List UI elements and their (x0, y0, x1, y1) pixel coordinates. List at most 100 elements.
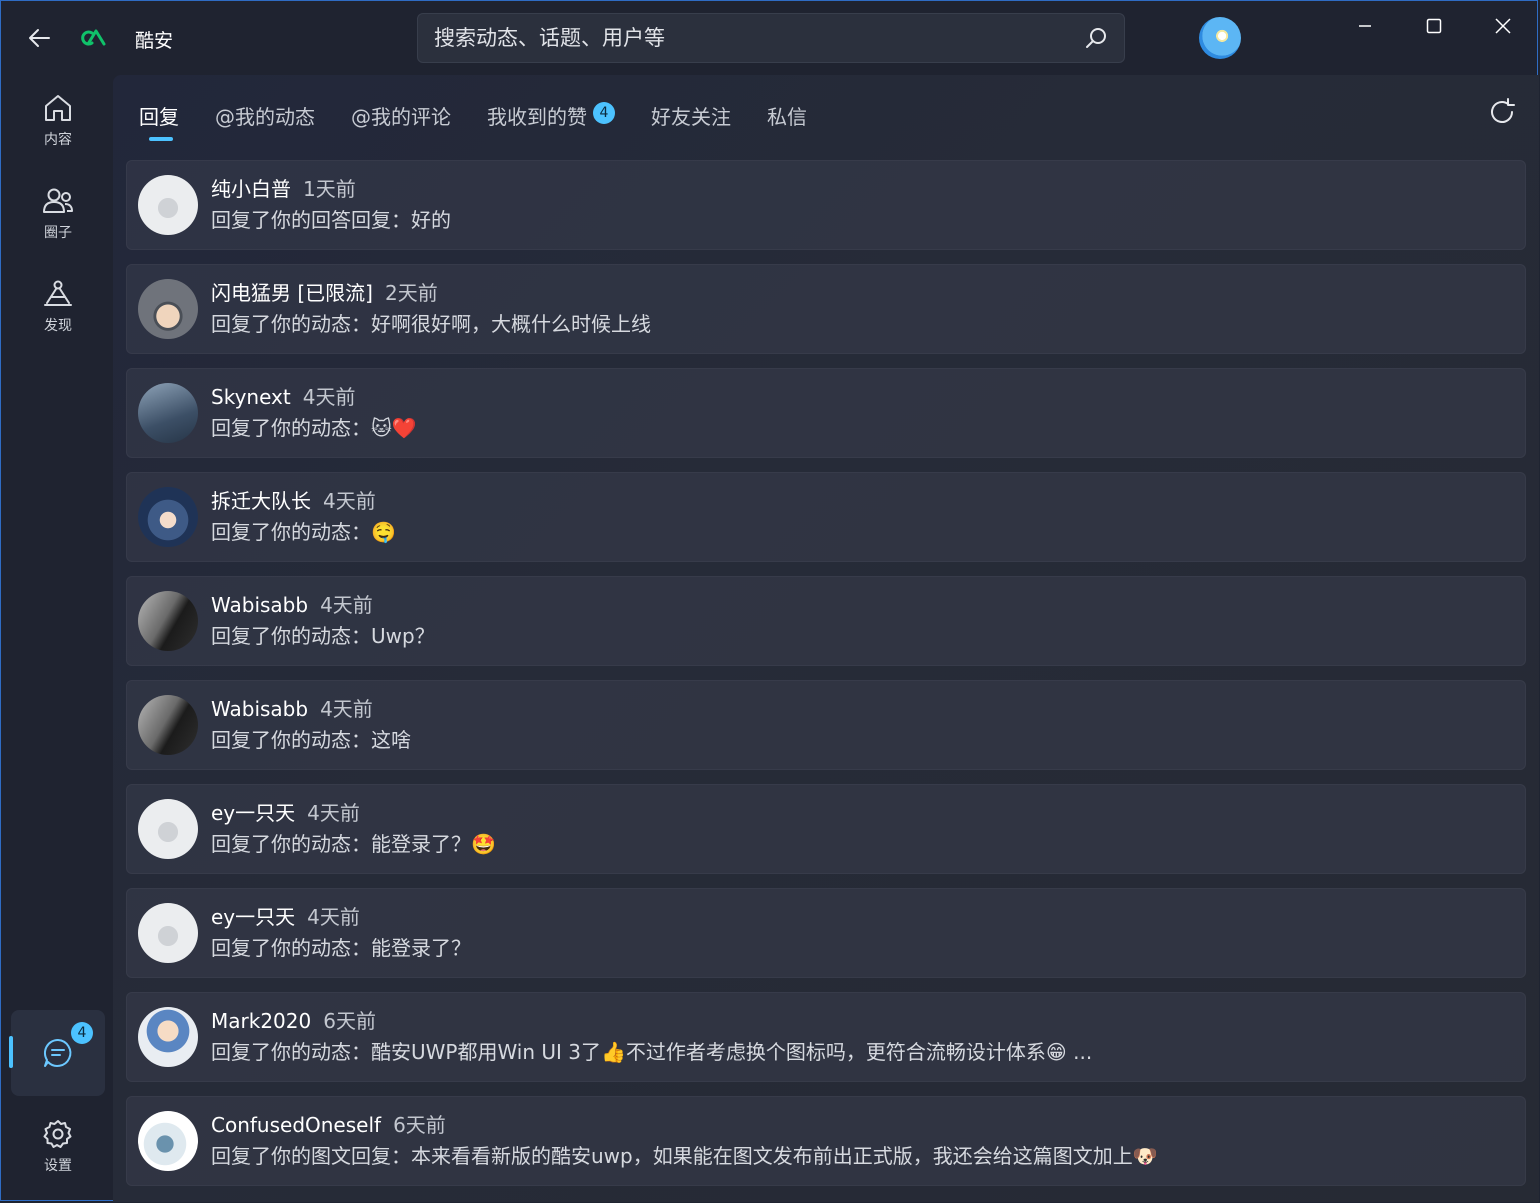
tab-label: @我的评论 (351, 105, 451, 129)
nav-label-settings: 设置 (44, 1158, 72, 1174)
notification-item[interactable]: Wabisabb 4天前 回复了你的动态：Uwp？ (126, 576, 1526, 666)
user-name[interactable]: Wabisabb (211, 593, 308, 617)
avatar[interactable] (138, 383, 198, 443)
notification-message: 回复了你的动态：Uwp？ (211, 620, 435, 649)
nav-item-discover[interactable]: 发现 (11, 265, 105, 347)
notification-item[interactable]: Wabisabb 4天前回复了你的动态：这啥 (126, 680, 1526, 770)
notification-header: 纯小白普 1天前 (211, 173, 356, 202)
back-button[interactable] (23, 23, 55, 53)
notification-message: 回复了你的动态：这啥 (211, 724, 411, 753)
tab-label: 好友关注 (651, 105, 731, 129)
user-name[interactable]: 闪电猛男 [已限流] (211, 281, 373, 305)
gear-icon (43, 1120, 72, 1148)
notification-item[interactable]: Skynext 4天前回复了你的动态：🐱❤️ (126, 368, 1526, 458)
avatar[interactable] (138, 799, 198, 859)
timestamp: 6天前 (323, 1009, 376, 1033)
timestamp: 6天前 (393, 1113, 446, 1137)
timestamp: 2天前 (384, 281, 438, 305)
notification-item[interactable]: 拆迁大队长 4天前 回复了你的动态：🤤 (126, 472, 1526, 562)
search-box (417, 13, 1125, 63)
notification-item[interactable]: ey一只天 4天前回复了你的动态：能登录了？ (126, 888, 1526, 978)
avatar[interactable] (138, 695, 198, 755)
maximize-button[interactable] (1404, 11, 1464, 41)
avatar[interactable] (138, 903, 198, 963)
nav-item-circles[interactable]: 圈子 (11, 172, 105, 254)
user-name[interactable]: 纯小白普 (211, 177, 291, 201)
user-avatar[interactable] (1199, 17, 1241, 59)
notification-header: Wabisabb 4天前 (211, 693, 373, 722)
nav-label-circles: 圈子 (44, 225, 72, 241)
notification-header: ey一只天 4天前 (211, 901, 360, 930)
minimize-button[interactable] (1335, 11, 1395, 41)
search-input[interactable] (418, 14, 1124, 62)
search-icon[interactable] (1084, 26, 1108, 50)
message-text: 回复了你的动态： (211, 416, 371, 440)
message-text: 回复了你的动态：能登录了？ (211, 832, 471, 856)
avatar[interactable] (138, 279, 198, 339)
message-text: 回复了你的图文回复：本来看看新版的酷安uwp，如果能在图文发布前出正式版，我还会… (211, 1144, 1133, 1168)
avatar[interactable] (138, 591, 198, 651)
tab-label: 我收到的赞 (487, 105, 587, 129)
timestamp: 4天前 (307, 905, 360, 929)
notification-message: 回复了你的动态：酷安UWP都用Win UI 3了👍不过作者考虑换个图标吗，更符合… (211, 1036, 1092, 1065)
tab-mention-comments[interactable]: @我的评论 (351, 97, 451, 137)
notification-message: 回复了你的动态：🤤 (211, 516, 396, 545)
message-text: 回复了你的动态：能登录了？ (211, 936, 471, 960)
tab-private-messages[interactable]: 私信 (767, 97, 807, 137)
tab-active-underline (149, 137, 173, 141)
messages-badge: 4 (71, 1022, 93, 1044)
notification-header: ConfusedOneself 6天前 (211, 1109, 446, 1138)
user-name[interactable]: 拆迁大队长 (211, 489, 311, 513)
user-name[interactable]: ey一只天 (211, 801, 295, 825)
notification-item[interactable]: 纯小白普 1天前回复了你的回答回复：好的 (126, 160, 1526, 250)
tab-follows[interactable]: 好友关注 (651, 97, 731, 137)
tab-mention-posts[interactable]: @我的动态 (215, 97, 315, 137)
user-name[interactable]: Wabisabb (211, 697, 308, 721)
notification-header: Skynext 4天前 (211, 381, 355, 410)
likes-badge: 4 (593, 102, 615, 124)
emoji: 🤩 (471, 832, 496, 856)
nav-item-messages[interactable]: 4 (9, 1010, 105, 1096)
message-text: 回复了你的动态：好啊很好啊，大概什么时候上线 (211, 312, 651, 336)
user-name[interactable]: Mark2020 (211, 1009, 311, 1033)
arrow-left-icon (29, 29, 50, 47)
side-nav: 内容 圈子 发现 4 设置 (1, 75, 113, 1202)
user-name[interactable]: ey一只天 (211, 905, 295, 929)
notification-item[interactable]: ConfusedOneself 6天前回复了你的图文回复：本来看看新版的酷安uwp… (126, 1096, 1526, 1186)
avatar[interactable] (138, 1007, 198, 1067)
emoji: 🐱❤️ (371, 416, 417, 440)
notification-message: 回复了你的动态：能登录了？ (211, 932, 471, 961)
user-name[interactable]: ConfusedOneself (211, 1113, 381, 1137)
nav-item-settings[interactable]: 设置 (11, 1105, 105, 1187)
notification-header: ey一只天 4天前 (211, 797, 360, 826)
nav-item-content[interactable]: 内容 (11, 79, 105, 161)
nav-label-discover: 发现 (44, 318, 72, 334)
message-text: 回复了你的动态：Uwp？ (211, 624, 435, 648)
minimize-icon (1359, 25, 1371, 27)
close-button[interactable] (1473, 11, 1533, 41)
avatar[interactable] (138, 487, 198, 547)
maximize-icon (1426, 18, 1442, 34)
avatar[interactable] (138, 1111, 198, 1171)
home-icon (45, 95, 71, 121)
notification-item[interactable]: 闪电猛男 [已限流] 2天前回复了你的动态：好啊很好啊，大概什么时候上线 (126, 264, 1526, 354)
tab-label: @我的动态 (215, 105, 315, 129)
notification-message: 回复了你的回答回复：好的 (211, 204, 451, 233)
app-title: 酷安 (135, 30, 174, 52)
notification-message: 回复了你的图文回复：本来看看新版的酷安uwp，如果能在图文发布前出正式版，我还会… (211, 1140, 1158, 1169)
tab-label: 回复 (139, 105, 179, 129)
notification-item[interactable]: ey一只天 4天前回复了你的动态：能登录了？🤩 (126, 784, 1526, 874)
message-text: 回复了你的动态：这啥 (211, 728, 411, 752)
emoji: 🤤 (371, 520, 396, 544)
timestamp: 1天前 (303, 177, 356, 201)
user-name[interactable]: Skynext (211, 385, 291, 409)
tab-likes[interactable]: 我收到的赞 4 (487, 97, 615, 137)
tab-replies[interactable]: 回复 (139, 97, 179, 141)
app-window: 酷安 内容 (0, 0, 1539, 1202)
refresh-icon[interactable] (1487, 97, 1517, 127)
avatar[interactable] (138, 175, 198, 235)
active-indicator (9, 1036, 13, 1068)
notification-header: Mark2020 6天前 (211, 1005, 376, 1034)
notifications-panel: 回复 @我的动态 @我的评论 我收到的赞 4 好友关注 私信 纯小白普 1天前 … (113, 75, 1539, 1202)
notification-item[interactable]: Mark2020 6天前回复了你的动态：酷安UWP都用Win UI 3了👍不过作者… (126, 992, 1526, 1082)
